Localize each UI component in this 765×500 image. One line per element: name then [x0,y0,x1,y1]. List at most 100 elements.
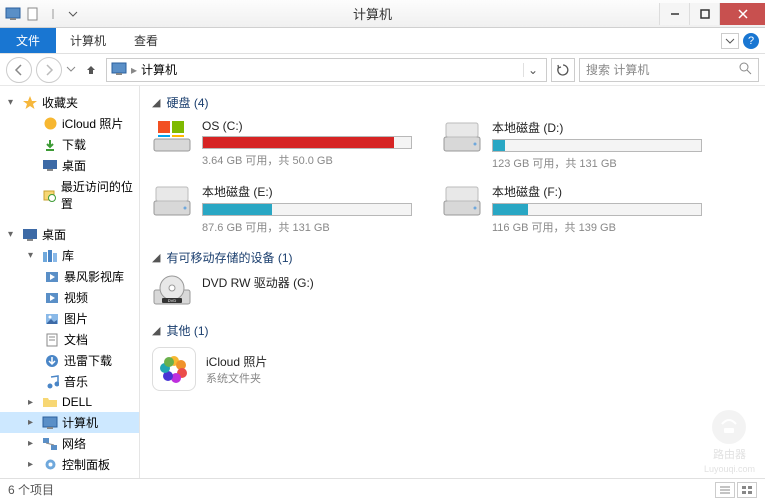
drive-item[interactable]: 本地磁盘 (D:) 123 GB 可用，共 131 GB [442,119,702,171]
sidebar-network[interactable]: ▸ 网络 [0,433,139,454]
sidebar-lib-item[interactable]: 视频 [0,287,139,308]
drive-free-text: 87.6 GB 可用，共 131 GB [202,219,412,235]
expand-icon[interactable]: ▸ [28,459,38,470]
qat-new-icon[interactable] [24,5,42,23]
collapse-icon: ◢ [152,96,160,109]
photos-icon [152,347,196,391]
sidebar-fav-item[interactable]: 最近访问的位置 [0,176,139,214]
qat-dropdown-icon[interactable] [64,5,82,23]
drive-item[interactable]: 本地磁盘 (E:)87.6 GB 可用，共 131 GB [152,183,412,235]
search-input[interactable]: 搜索 计算机 [579,58,759,82]
refresh-button[interactable] [551,58,575,82]
sidebar-fav-item[interactable]: 桌面 [0,155,139,176]
statusbar: 6 个项目 [0,478,765,500]
sidebar-fav-item[interactable]: 下载 [0,134,139,155]
close-button[interactable] [719,3,765,25]
sidebar-item-label: DELL [62,395,92,409]
section-hdd[interactable]: ◢ 硬盘 (4) [152,94,753,111]
star-icon [22,95,38,111]
menu-view[interactable]: 查看 [120,28,172,53]
picture-icon [44,311,60,327]
menu-computer[interactable]: 计算机 [56,28,120,53]
drive-usage-bar [202,136,412,149]
sidebar-item-label: 计算机 [62,414,98,431]
dvd-icon: DVD [152,274,192,308]
sidebar-control-panel[interactable]: ▸ 控制面板 [0,454,139,475]
sidebar-fav-item[interactable]: iCloud 照片 [0,113,139,134]
collapse-icon[interactable]: ▾ [8,97,18,108]
drive-dvd[interactable]: DVD DVD RW 驱动器 (G:) [152,274,412,308]
nav-history-dropdown-icon[interactable] [66,63,76,77]
document-icon [44,332,60,348]
help-icon[interactable]: ? [743,33,759,49]
other-item-name: iCloud 照片 [206,353,267,370]
drive-free-text: 3.64 GB 可用，共 50.0 GB [202,152,412,168]
desktop-icon [42,158,58,174]
status-count: 6 个项目 [8,481,54,498]
section-title: 硬盘 (4) [166,94,208,111]
search-placeholder: 搜索 计算机 [586,61,649,78]
sidebar-recycle[interactable]: 回收站 [0,475,139,478]
settings-icon [42,457,58,473]
hdd-icon [152,119,192,153]
sidebar-library[interactable]: ▾ 库 [0,245,139,266]
drive-name: DVD RW 驱动器 (G:) [202,274,412,291]
collapse-icon[interactable]: ▾ [28,250,38,261]
ribbon-expand-button[interactable] [721,33,739,49]
sidebar-dell[interactable]: ▸ DELL [0,392,139,412]
breadcrumb-dropdown-icon[interactable]: ⌄ [523,63,542,77]
sidebar-item-label: 控制面板 [62,456,110,473]
collapse-icon[interactable]: ▾ [8,229,18,240]
sidebar-favorites[interactable]: ▾ 收藏夹 [0,92,139,113]
search-icon[interactable] [739,62,752,78]
sidebar-item-label: 最近访问的位置 [61,178,135,212]
expand-icon[interactable]: ▸ [28,417,38,428]
hdd-icon [152,183,192,217]
sidebar-lib-item[interactable]: 音乐 [0,371,139,392]
maximize-button[interactable] [689,3,719,25]
expand-icon[interactable]: ▸ [28,438,38,449]
app-icon [4,5,22,23]
section-removable[interactable]: ◢ 有可移动存储的设备 (1) [152,249,753,266]
breadcrumb[interactable]: ▸ 计算机 ⌄ [106,58,547,82]
minimize-button[interactable] [659,3,689,25]
menubar: 文件 计算机 查看 ? [0,28,765,54]
network-icon [42,436,58,452]
drive-free-text: 123 GB 可用，共 131 GB [492,155,702,171]
collapse-icon: ◢ [152,324,160,337]
drive-free-text: 116 GB 可用，共 139 GB [492,219,702,235]
music-icon [44,374,60,390]
section-other[interactable]: ◢ 其他 (1) [152,322,753,339]
drive-name: 本地磁盘 (D:) [492,119,702,136]
photo-icon [42,116,58,132]
drive-item[interactable]: 本地磁盘 (F:)116 GB 可用，共 139 GB [442,183,702,235]
other-icloud-photos[interactable]: iCloud 照片 系统文件夹 [152,347,753,391]
sidebar-lib-item[interactable]: 图片 [0,308,139,329]
hdd-icon [442,119,482,153]
menu-file[interactable]: 文件 [0,28,56,53]
computer-icon [111,62,127,78]
sidebar-computer[interactable]: ▸ 计算机 [0,412,139,433]
section-title: 有可移动存储的设备 (1) [166,249,292,266]
drive-item[interactable]: OS (C:)3.64 GB 可用，共 50.0 GB [152,119,412,171]
main-pane: ◢ 硬盘 (4) OS (C:)3.64 GB 可用，共 50.0 GB 本地磁盘… [140,86,765,478]
window-title: 计算机 [86,4,659,23]
drive-usage-bar [202,203,412,216]
recent-icon [41,187,57,203]
breadcrumb-item[interactable]: 计算机 [141,61,177,78]
expand-icon[interactable]: ▸ [28,397,38,408]
sidebar-lib-item[interactable]: 文档 [0,329,139,350]
library-icon [42,248,58,264]
recycle-icon [42,478,58,479]
router-icon [712,410,746,444]
view-icons-button[interactable] [737,482,757,498]
sidebar-desktop[interactable]: ▾ 桌面 [0,224,139,245]
nav-forward-button[interactable] [36,57,62,83]
view-details-button[interactable] [715,482,735,498]
sidebar-lib-item[interactable]: 暴风影视库 [0,266,139,287]
section-title: 其他 (1) [166,322,208,339]
sidebar-lib-item[interactable]: 迅雷下载 [0,350,139,371]
nav-up-button[interactable] [80,59,102,81]
nav-back-button[interactable] [6,57,32,83]
watermark: 路由器 Luyouqi.com [704,410,755,474]
